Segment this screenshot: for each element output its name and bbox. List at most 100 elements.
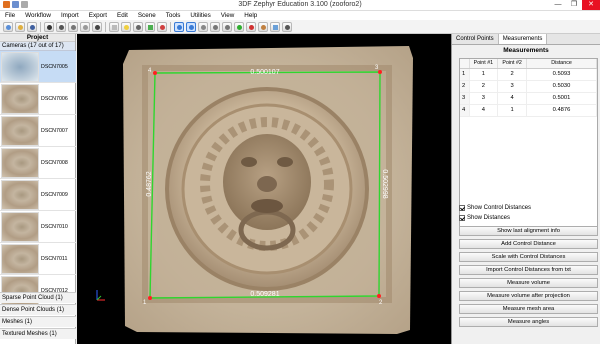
scale-with-control-distances-button[interactable]: Scale with Control Distances bbox=[459, 252, 598, 262]
menu-view[interactable]: View bbox=[221, 11, 235, 20]
camera-thumbnail bbox=[1, 83, 39, 114]
camera-item[interactable]: DSCN7005 bbox=[0, 51, 76, 83]
tab-control-points[interactable]: Control Points bbox=[452, 34, 499, 44]
checkbox-checked-icon[interactable] bbox=[459, 205, 465, 211]
axis-icon[interactable] bbox=[157, 21, 167, 32]
measure-icon[interactable] bbox=[234, 21, 244, 32]
minimize-button[interactable]: — bbox=[550, 0, 566, 10]
cameras-header[interactable]: Cameras (17 out of 17) bbox=[0, 42, 75, 51]
title-bar: 3DF Zephyr Education 3.100 (zooforo2) — … bbox=[0, 0, 600, 11]
row-number: 1 bbox=[460, 68, 470, 81]
control-point-3[interactable] bbox=[378, 70, 382, 74]
menu-scene[interactable]: Scene bbox=[138, 11, 156, 20]
cell-point1[interactable]: 2 bbox=[469, 80, 499, 93]
camera-item[interactable]: DSCN7011 bbox=[0, 243, 76, 275]
cell-distance[interactable]: 0.5093 bbox=[526, 68, 597, 81]
grid-icon[interactable] bbox=[109, 21, 119, 32]
texture-icon[interactable] bbox=[258, 21, 268, 32]
meshes-section[interactable]: Meshes (1) bbox=[0, 316, 76, 327]
lasso-icon[interactable] bbox=[198, 21, 208, 32]
column-header[interactable]: Distance bbox=[526, 59, 597, 69]
scene-canvas[interactable]: 4 3 1 2 0.500107 0.509281 0.48762 0.5029… bbox=[77, 34, 451, 344]
control-point-2[interactable] bbox=[377, 294, 381, 298]
sparse-point-cloud-section[interactable]: Sparse Point Cloud (1) bbox=[0, 292, 76, 303]
show-last-alignment-info-button[interactable]: Show last alignment info bbox=[459, 226, 598, 236]
cell-point2[interactable]: 1 bbox=[497, 104, 527, 117]
mesh-icon[interactable] bbox=[68, 21, 78, 32]
distance-label-top: 0.500107 bbox=[250, 69, 279, 76]
menu-tools[interactable]: Tools bbox=[166, 11, 181, 20]
control-point-4[interactable] bbox=[153, 71, 157, 75]
measure-volume-after-projection-button[interactable]: Measure volume after projection bbox=[459, 291, 598, 301]
camera-item[interactable]: DSCN7007 bbox=[0, 115, 76, 147]
add-control-distance-button[interactable]: Add Control Distance bbox=[459, 239, 598, 249]
zoom-icon[interactable] bbox=[222, 21, 232, 32]
cell-distance[interactable]: 0.4876 bbox=[526, 104, 597, 117]
row-number: 2 bbox=[460, 80, 470, 93]
camera-item[interactable]: DSCN7006 bbox=[0, 83, 76, 115]
cell-point1[interactable]: 3 bbox=[469, 92, 499, 105]
table-row[interactable]: 4 4 1 0.4876 bbox=[460, 104, 597, 117]
table-row[interactable]: 1 1 2 0.5093 bbox=[460, 68, 597, 81]
menu-utilities[interactable]: Utilities bbox=[190, 11, 210, 20]
menu-export[interactable]: Export bbox=[89, 11, 107, 20]
control-point-1[interactable] bbox=[148, 296, 152, 300]
import-control-distances-button[interactable]: Import Control Distances from txt bbox=[459, 265, 598, 275]
column-header[interactable]: Point #1 bbox=[469, 59, 499, 69]
table-row[interactable]: 2 2 3 0.5030 bbox=[460, 80, 597, 93]
distance-label-right: 0.502998 bbox=[381, 169, 388, 198]
control-point-icon[interactable] bbox=[246, 21, 256, 32]
menu-edit[interactable]: Edit bbox=[117, 11, 128, 20]
image-icon[interactable] bbox=[270, 21, 280, 32]
camera-item[interactable]: DSCN7009 bbox=[0, 179, 76, 211]
dense-cloud-icon[interactable] bbox=[56, 21, 66, 32]
cell-point1[interactable]: 4 bbox=[469, 104, 499, 117]
rotate-tool-icon[interactable] bbox=[174, 21, 184, 32]
close-button[interactable]: ✕ bbox=[582, 0, 600, 10]
camera-name: DSCN7009 bbox=[41, 191, 68, 198]
cell-point2[interactable]: 3 bbox=[497, 80, 527, 93]
show-control-distances-checkbox[interactable]: Show Control Distances bbox=[459, 205, 531, 211]
open-project-icon[interactable] bbox=[15, 21, 25, 32]
show-distances-checkbox[interactable]: Show Distances bbox=[459, 215, 510, 221]
menu-file[interactable]: File bbox=[5, 11, 15, 20]
camera-name: DSCN7005 bbox=[41, 63, 68, 70]
camera-icon[interactable] bbox=[133, 21, 143, 32]
checkbox-checked-icon[interactable] bbox=[459, 215, 465, 221]
menu-help[interactable]: Help bbox=[244, 11, 257, 20]
dense-point-clouds-section[interactable]: Dense Point Clouds (1) bbox=[0, 304, 76, 315]
lion-eye-right bbox=[277, 157, 293, 167]
pan-icon[interactable] bbox=[210, 21, 220, 32]
menu-bar: File Workflow Import Export Edit Scene T… bbox=[0, 11, 600, 20]
measure-angles-button[interactable]: Measure angles bbox=[459, 317, 598, 327]
3d-viewport[interactable]: 4 3 1 2 0.500107 0.509281 0.48762 0.5029… bbox=[77, 34, 451, 344]
panel-title: Measurements bbox=[503, 47, 549, 54]
menu-workflow[interactable]: Workflow bbox=[25, 11, 51, 20]
cell-point1[interactable]: 1 bbox=[469, 68, 499, 81]
cell-point2[interactable]: 2 bbox=[497, 68, 527, 81]
select-tool-icon[interactable] bbox=[186, 21, 196, 32]
textured-mesh-icon[interactable] bbox=[80, 21, 90, 32]
maximize-button[interactable]: ❐ bbox=[566, 0, 582, 10]
point-cloud-icon[interactable] bbox=[92, 21, 102, 32]
sparse-cloud-icon[interactable] bbox=[44, 21, 54, 32]
cell-distance[interactable]: 0.5001 bbox=[526, 92, 597, 105]
camera-item[interactable]: DSCN7008 bbox=[0, 147, 76, 179]
camera-item[interactable]: DSCN7010 bbox=[0, 211, 76, 243]
cell-point2[interactable]: 4 bbox=[497, 92, 527, 105]
save-project-icon[interactable] bbox=[27, 21, 37, 32]
measure-mesh-area-button[interactable]: Measure mesh area bbox=[459, 304, 598, 314]
textured-meshes-section[interactable]: Textured Meshes (1) bbox=[0, 328, 76, 339]
column-header[interactable]: Point #2 bbox=[497, 59, 527, 69]
light-icon[interactable] bbox=[121, 21, 131, 32]
camera-view-icon[interactable] bbox=[282, 21, 292, 32]
menu-import[interactable]: Import bbox=[61, 11, 79, 20]
cell-distance[interactable]: 0.5030 bbox=[526, 80, 597, 93]
new-project-icon[interactable] bbox=[3, 21, 13, 32]
project-title: Project bbox=[0, 34, 75, 42]
measure-volume-button[interactable]: Measure volume bbox=[459, 278, 598, 288]
tab-measurements[interactable]: Measurements bbox=[498, 34, 548, 44]
project-panel: Project Cameras (17 out of 17) DSCN7005 … bbox=[0, 34, 76, 344]
table-row[interactable]: 3 3 4 0.5001 bbox=[460, 92, 597, 105]
bounding-box-icon[interactable] bbox=[145, 21, 155, 32]
